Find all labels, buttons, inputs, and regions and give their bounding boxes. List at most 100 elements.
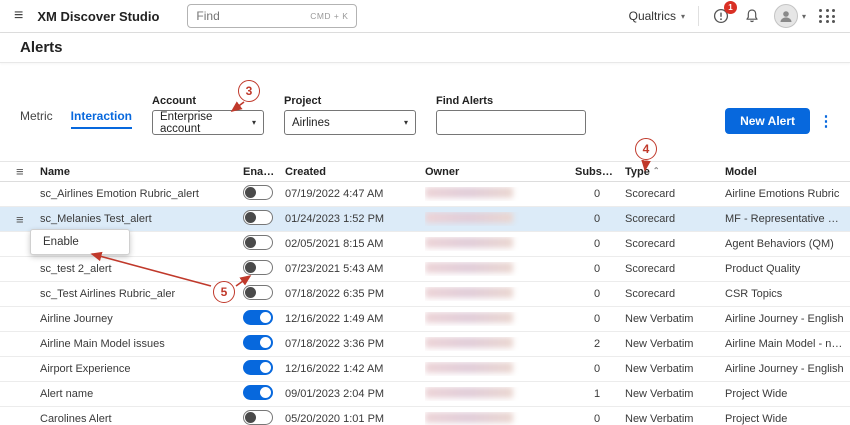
table-row[interactable]: ≡ Carolines Alert 05/20/2020 1:01 PM 0 N… bbox=[0, 407, 850, 425]
alerts-table: ≡ Name Enabled Created Owner Subscrip...… bbox=[0, 161, 850, 425]
created-cell: 07/23/2021 5:43 AM bbox=[285, 263, 425, 275]
subscriptions-cell: 0 bbox=[575, 363, 625, 375]
subscriptions-cell: 0 bbox=[575, 213, 625, 225]
enabled-toggle[interactable] bbox=[243, 385, 273, 400]
new-alert-button[interactable]: New Alert bbox=[725, 108, 810, 134]
col-type[interactable]: Type⌃ bbox=[625, 166, 725, 178]
col-enabled[interactable]: Enabled bbox=[243, 166, 285, 178]
alert-name[interactable]: sc_Airlines Emotion Rubric_alert bbox=[40, 188, 243, 200]
alert-name[interactable]: Airline Main Model issues bbox=[40, 338, 243, 350]
owner-redacted bbox=[425, 212, 513, 223]
enabled-toggle[interactable] bbox=[243, 310, 273, 325]
type-cell: Scorecard bbox=[625, 188, 725, 200]
enabled-toggle[interactable] bbox=[243, 260, 273, 275]
alert-name[interactable]: Carolines Alert bbox=[40, 413, 243, 425]
enabled-toggle[interactable] bbox=[243, 285, 273, 300]
find-alerts-input[interactable] bbox=[436, 110, 586, 135]
owner-redacted bbox=[425, 312, 513, 323]
model-cell: Airline Journey - English bbox=[725, 313, 850, 325]
global-search-input[interactable] bbox=[196, 9, 310, 23]
type-cell: New Verbatim bbox=[625, 413, 725, 425]
owner-cell bbox=[425, 412, 575, 425]
global-search[interactable]: CMD + K bbox=[187, 4, 357, 28]
created-cell: 12/16/2022 1:42 AM bbox=[285, 363, 425, 375]
chevron-down-icon: ▾ bbox=[681, 12, 685, 21]
user-menu[interactable]: ▾ bbox=[774, 4, 806, 28]
table-row[interactable]: ≡ Airport Experience 12/16/2022 1:42 AM … bbox=[0, 357, 850, 382]
type-cell: Scorecard bbox=[625, 263, 725, 275]
tab-interaction[interactable]: Interaction bbox=[71, 109, 132, 129]
alerts-status-button[interactable]: 1 bbox=[712, 7, 730, 25]
enabled-toggle[interactable] bbox=[243, 210, 273, 225]
more-options-icon[interactable]: ⋮ bbox=[818, 112, 834, 130]
col-subscriptions[interactable]: Subscrip... bbox=[575, 166, 625, 178]
app-window: ≡ XM Discover Studio CMD + K Qualtrics ▾… bbox=[0, 0, 850, 425]
chevron-down-icon: ▾ bbox=[252, 118, 256, 127]
subscriptions-cell: 0 bbox=[575, 413, 625, 425]
enabled-toggle[interactable] bbox=[243, 360, 273, 375]
model-cell: Project Wide bbox=[725, 413, 850, 425]
alert-name[interactable]: sc_Melanies Test_alert bbox=[40, 213, 243, 225]
model-cell: Airline Emotions Rubric bbox=[725, 188, 850, 200]
col-owner[interactable]: Owner bbox=[425, 166, 575, 178]
account-value: Enterprise account bbox=[160, 111, 252, 135]
brand-label: Qualtrics bbox=[629, 9, 676, 23]
brand-dropdown[interactable]: Qualtrics ▾ bbox=[629, 9, 685, 23]
model-cell: Airline Main Model - ne... bbox=[725, 338, 850, 350]
enabled-toggle[interactable] bbox=[243, 185, 273, 200]
search-shortcut-hint: CMD + K bbox=[310, 11, 348, 21]
drag-handle-icon: ≡ bbox=[16, 165, 40, 178]
menu-icon[interactable]: ≡ bbox=[14, 8, 23, 24]
type-cell: New Verbatim bbox=[625, 363, 725, 375]
alert-name[interactable]: Airline Journey bbox=[40, 313, 243, 325]
sort-asc-icon: ⌃ bbox=[653, 166, 660, 175]
table-row[interactable]: ≡ sc_Test Airlines Rubric_aler 07/18/202… bbox=[0, 282, 850, 307]
table-row[interactable]: ≡ Airline Journey 12/16/2022 1:49 AM 0 N… bbox=[0, 307, 850, 332]
chevron-down-icon: ▾ bbox=[802, 12, 806, 21]
type-cell: New Verbatim bbox=[625, 338, 725, 350]
alert-name[interactable]: sc_test 2_alert bbox=[40, 263, 243, 275]
table-row[interactable]: ≡ Airline Main Model issues 07/18/2022 3… bbox=[0, 332, 850, 357]
enabled-toggle[interactable] bbox=[243, 235, 273, 250]
created-cell: 02/05/2021 8:15 AM bbox=[285, 238, 425, 250]
tab-metric[interactable]: Metric bbox=[20, 109, 53, 129]
filter-bar: Metric Interaction Account Enterprise ac… bbox=[0, 63, 850, 135]
context-menu-item-enable[interactable]: Enable bbox=[31, 230, 129, 254]
model-cell: Product Quality bbox=[725, 263, 850, 275]
project-value: Airlines bbox=[292, 117, 330, 129]
alert-name[interactable]: Alert name bbox=[40, 388, 243, 400]
table-row[interactable]: ≡ sc_test 2_alert 07/23/2021 5:43 AM 0 S… bbox=[0, 257, 850, 282]
owner-cell bbox=[425, 262, 575, 276]
annotation-step-4: 4 bbox=[635, 138, 657, 160]
avatar bbox=[774, 4, 798, 28]
table-row[interactable]: ≡ Alert name 09/01/2023 2:04 PM 1 New Ve… bbox=[0, 382, 850, 407]
enabled-toggle[interactable] bbox=[243, 335, 273, 350]
owner-cell bbox=[425, 312, 575, 326]
app-grid-icon[interactable] bbox=[819, 9, 836, 23]
project-select[interactable]: Airlines ▾ bbox=[284, 110, 416, 135]
notifications-button[interactable] bbox=[743, 7, 761, 25]
owner-redacted bbox=[425, 237, 513, 248]
table-row[interactable]: ≡ sc_Airlines Emotion Rubric_alert 07/19… bbox=[0, 182, 850, 207]
drag-handle-icon[interactable]: ≡ bbox=[16, 213, 40, 226]
owner-redacted bbox=[425, 262, 513, 273]
owner-cell bbox=[425, 187, 575, 201]
bell-icon bbox=[744, 8, 760, 24]
model-cell: Airline Journey - English bbox=[725, 363, 850, 375]
project-filter: Project Airlines ▾ bbox=[284, 95, 416, 135]
created-cell: 07/18/2022 6:35 PM bbox=[285, 288, 425, 300]
created-cell: 05/20/2020 1:01 PM bbox=[285, 413, 425, 425]
col-model[interactable]: Model bbox=[725, 166, 850, 178]
annotation-step-3: 3 bbox=[238, 80, 260, 102]
alert-name[interactable]: Airport Experience bbox=[40, 363, 243, 375]
col-name[interactable]: Name bbox=[40, 166, 243, 178]
col-created[interactable]: Created bbox=[285, 166, 425, 178]
filter-actions: New Alert ⋮ bbox=[725, 108, 834, 135]
type-cell: Scorecard bbox=[625, 238, 725, 250]
owner-cell bbox=[425, 287, 575, 301]
subscriptions-cell: 0 bbox=[575, 288, 625, 300]
find-alerts-label: Find Alerts bbox=[436, 95, 586, 107]
account-select[interactable]: Enterprise account ▾ bbox=[152, 110, 264, 135]
owner-redacted bbox=[425, 287, 513, 298]
enabled-toggle[interactable] bbox=[243, 410, 273, 425]
